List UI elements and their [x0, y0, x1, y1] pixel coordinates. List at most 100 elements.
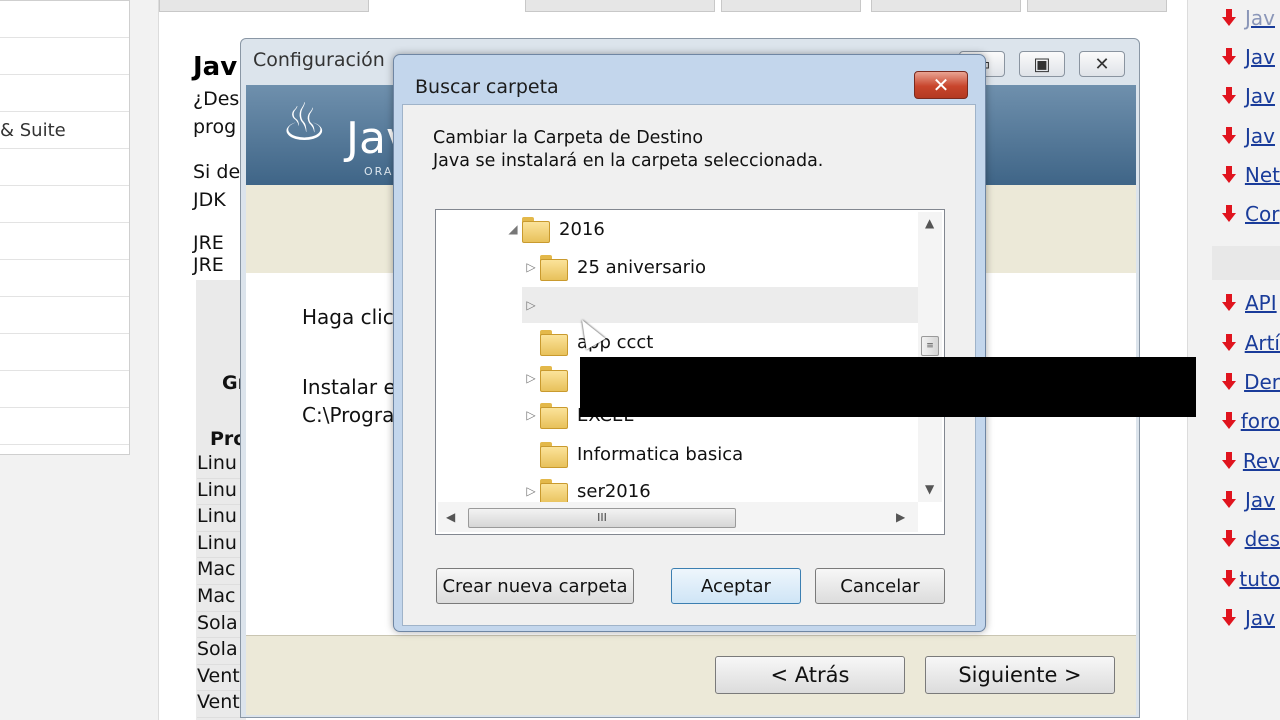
folder-icon — [540, 255, 568, 281]
window-close-button[interactable]: ✕ — [1079, 51, 1125, 77]
download-link[interactable]: Jav — [1222, 598, 1280, 637]
instruction-text: Cambiar la Carpeta de Destino — [433, 128, 704, 148]
expand-arrow-icon[interactable]: ▷ — [522, 371, 540, 385]
page-text: JRE — [193, 232, 224, 254]
download-arrow-icon — [1222, 373, 1237, 391]
scroll-down-icon[interactable]: ▼ — [925, 482, 934, 496]
page-tab[interactable] — [525, 0, 715, 12]
download-arrow-icon — [1222, 333, 1236, 352]
left-row[interactable] — [0, 334, 129, 371]
expand-arrow-icon[interactable]: ▷ — [522, 408, 540, 422]
left-row[interactable] — [0, 223, 129, 260]
page-text: JRE — [193, 254, 224, 276]
scroll-right-icon[interactable]: ▶ — [896, 510, 905, 524]
next-button[interactable]: Siguiente > — [925, 656, 1115, 694]
download-arrow-icon — [1222, 608, 1236, 627]
ok-button[interactable]: Aceptar — [671, 568, 801, 604]
download-arrow-icon — [1222, 412, 1236, 430]
download-link[interactable]: Jav — [1222, 0, 1280, 37]
dialog-close-button[interactable]: ✕ — [914, 71, 968, 99]
close-icon: ✕ — [932, 73, 950, 97]
left-row[interactable] — [0, 1, 129, 38]
download-link[interactable]: Cor — [1222, 194, 1280, 233]
expand-arrow-icon[interactable]: ▷ — [522, 484, 540, 498]
expand-arrow-icon[interactable]: ▷ — [522, 298, 540, 312]
page-text: Si de — [193, 161, 241, 183]
installer-text: Instalar e — [302, 375, 396, 399]
download-arrow-icon — [1222, 569, 1237, 588]
install-path: C:\Progra — [302, 403, 395, 427]
download-link[interactable]: Artí — [1222, 323, 1280, 362]
maximize-icon: ▣ — [1033, 53, 1051, 75]
left-sidebar: & Suite — [0, 0, 130, 455]
instruction-text: Java se instalará en la carpeta seleccio… — [433, 151, 824, 171]
download-link[interactable]: Net — [1222, 155, 1280, 194]
download-link[interactable]: Jav — [1222, 37, 1280, 76]
left-row[interactable] — [0, 38, 129, 75]
download-link[interactable]: Jav — [1222, 116, 1280, 155]
download-link[interactable]: foro — [1222, 402, 1280, 441]
installer-footer: < Atrás Siguiente > — [246, 635, 1136, 715]
java-cup-icon: ♨ — [281, 93, 328, 153]
page-text: ¿Des — [193, 88, 240, 110]
cancel-button[interactable]: Cancelar — [815, 568, 945, 604]
scroll-thumb[interactable]: ≡ — [921, 336, 939, 356]
download-arrow-icon — [1222, 47, 1236, 66]
left-row[interactable]: & Suite — [0, 112, 129, 149]
installer-text: Haga clic — [302, 305, 394, 329]
download-arrow-icon — [1222, 87, 1236, 105]
left-row[interactable] — [0, 186, 129, 223]
left-row[interactable] — [0, 297, 129, 334]
download-arrow-icon — [1222, 451, 1236, 470]
new-folder-button[interactable]: Crear nueva carpeta — [436, 568, 634, 604]
maximize-button[interactable]: ▣ — [1019, 51, 1065, 77]
folder-icon — [540, 366, 568, 392]
download-arrow-icon — [1222, 205, 1236, 223]
folder-icon — [540, 330, 568, 356]
dialog-title: Buscar carpeta — [415, 76, 559, 98]
download-arrow-icon — [1222, 294, 1236, 312]
tree-item[interactable]: Informatica basica — [540, 438, 743, 470]
folder-icon — [540, 442, 568, 468]
oracle-text: ORA — [364, 165, 394, 178]
scroll-thumb[interactable]: III — [468, 508, 736, 528]
download-arrow-icon — [1222, 490, 1236, 509]
folder-icon — [540, 479, 568, 505]
download-link[interactable]: Der — [1222, 362, 1280, 401]
tree-item[interactable]: ▷ 25 aniversario — [522, 251, 706, 283]
left-row[interactable] — [0, 408, 129, 445]
expand-arrow-icon[interactable]: ▷ — [522, 260, 540, 274]
left-row[interactable] — [0, 75, 129, 112]
folder-icon — [522, 217, 550, 243]
page-title: Jav — [193, 52, 238, 82]
download-arrow-icon — [1222, 126, 1236, 145]
download-link[interactable]: tuto — [1222, 559, 1280, 598]
download-link[interactable]: Jav — [1222, 77, 1280, 116]
download-link[interactable]: API — [1222, 284, 1280, 323]
page-tab[interactable] — [721, 0, 861, 12]
back-button[interactable]: < Atrás — [715, 656, 905, 694]
download-arrow-icon — [1222, 530, 1236, 548]
page-tab[interactable] — [159, 0, 369, 12]
page-tab[interactable] — [871, 0, 1021, 12]
download-link[interactable]: des — [1222, 520, 1280, 559]
right-link-list: Jav Jav Jav Jav Net Cor API Artí Der for… — [1212, 0, 1280, 637]
close-icon: ✕ — [1094, 53, 1110, 75]
scroll-up-icon[interactable]: ▲ — [925, 216, 934, 230]
left-row[interactable] — [0, 371, 129, 408]
tree-item[interactable]: ◢ 2016 — [504, 213, 605, 245]
download-link[interactable]: Jav — [1222, 480, 1280, 519]
left-row[interactable] — [0, 260, 129, 297]
collapse-arrow-icon[interactable]: ◢ — [504, 222, 522, 236]
horizontal-scrollbar[interactable]: ◀ III ▶ — [438, 502, 918, 532]
download-arrow-icon — [1222, 8, 1236, 27]
redaction-bar — [580, 357, 1196, 417]
folder-icon — [540, 403, 568, 429]
download-arrow-icon — [1222, 165, 1236, 184]
scroll-left-icon[interactable]: ◀ — [446, 510, 455, 524]
download-link[interactable]: Rev — [1222, 441, 1280, 480]
tree-item[interactable]: ▷ — [522, 362, 577, 394]
page-tab[interactable] — [1027, 0, 1167, 12]
browse-folder-dialog: Buscar carpeta ✕ Cambiar la Carpeta de D… — [393, 54, 986, 632]
left-row[interactable] — [0, 149, 129, 186]
